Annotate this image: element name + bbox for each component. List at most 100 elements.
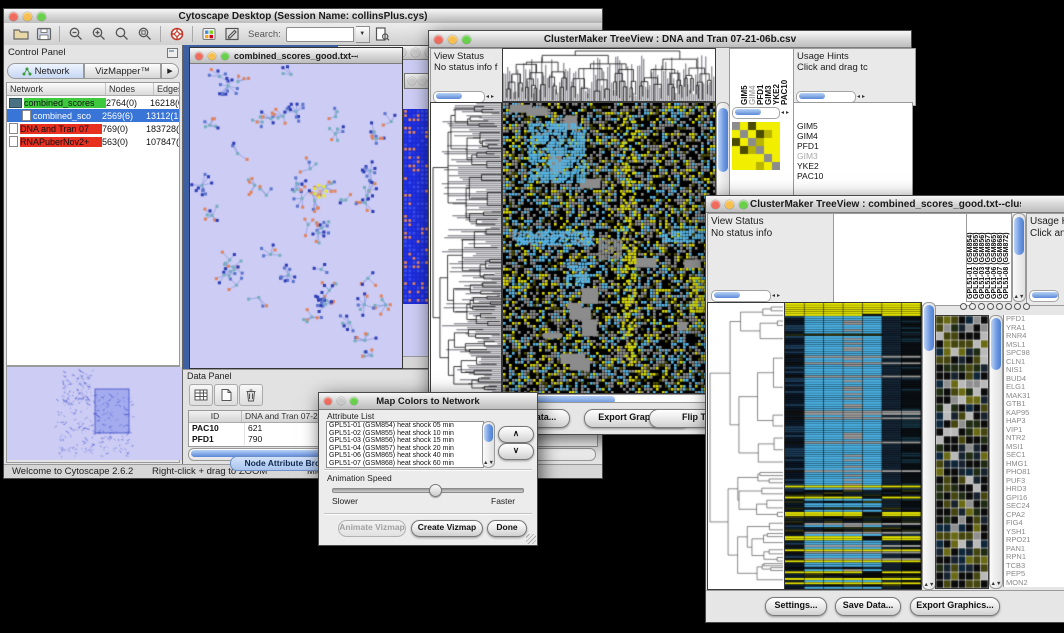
zoom-in-button[interactable] xyxy=(88,25,109,44)
zoom-window-button[interactable] xyxy=(37,12,46,21)
tab-network[interactable]: Network xyxy=(7,63,84,79)
save-button[interactable] xyxy=(33,25,54,44)
network-list-row[interactable]: combined_sco 2569(6) 13112(15) xyxy=(7,109,179,122)
gene-label[interactable]: GIM3 xyxy=(797,151,912,161)
close-button[interactable] xyxy=(9,12,18,21)
minimize-button[interactable] xyxy=(23,12,32,21)
attribute-list-item[interactable]: GPL51-01 (GSM854) heat shock 05 min xyxy=(327,422,483,430)
usage-hints-scrollbar[interactable] xyxy=(1029,290,1059,302)
gene-label[interactable]: PFD1 xyxy=(797,141,912,151)
minimize-button[interactable] xyxy=(411,48,420,57)
treeview2-title-bar[interactable]: ClusterMaker TreeView : combined_scores_… xyxy=(706,196,1064,213)
search-options-button[interactable] xyxy=(372,25,393,44)
attribute-list-label: Attribute List xyxy=(327,411,374,421)
node-id-cell: PAC10 xyxy=(189,423,245,434)
minimize-button[interactable] xyxy=(418,77,426,85)
gene-label[interactable]: GIM4 xyxy=(797,131,912,141)
zoom-window-button[interactable] xyxy=(739,200,748,209)
move-up-button[interactable]: ∧ xyxy=(498,426,534,443)
search-input[interactable] xyxy=(286,27,354,42)
network-graph-canvas[interactable] xyxy=(190,64,400,367)
minimize-button[interactable] xyxy=(337,397,345,405)
search-dropdown-button[interactable]: ▼ xyxy=(356,26,370,43)
move-down-button[interactable]: ∨ xyxy=(498,443,534,460)
network-edges-count: 16218(0) xyxy=(150,98,180,108)
resize-grip[interactable] xyxy=(526,534,536,544)
delete-attribute-trash-button[interactable] xyxy=(239,384,263,406)
minimize-button[interactable] xyxy=(448,35,457,44)
map-colors-dialog: Map Colors to Network Attribute List GPL… xyxy=(318,392,538,546)
heatmap-canvas[interactable] xyxy=(784,302,922,590)
zoomed-heatmap-canvas[interactable] xyxy=(935,315,989,589)
save-data-button[interactable]: Save Data... xyxy=(835,597,901,616)
main-title-bar[interactable]: Cytoscape Desktop (Session Name: collins… xyxy=(4,9,602,24)
column-dendrogram-panel[interactable] xyxy=(833,213,972,306)
column-dendrogram-canvas[interactable] xyxy=(502,48,716,102)
attribute-table-button[interactable] xyxy=(189,384,213,406)
tab-vizmapper[interactable]: VizMapper™ xyxy=(84,63,161,79)
attribute-list-item[interactable]: GPL51-03 (GSM856) heat shock 15 min xyxy=(327,437,483,445)
column-labels-vscrollbar[interactable]: ▲▼ xyxy=(1012,213,1026,302)
new-attribute-button[interactable] xyxy=(214,384,238,406)
attribute-list-vscrollbar[interactable]: ▲▼ xyxy=(482,421,495,468)
network-list-header[interactable]: Network Nodes Edges xyxy=(7,83,179,96)
settings-button[interactable]: Settings... xyxy=(765,597,827,616)
summary-scrollbar[interactable]: ◂▸ xyxy=(732,107,790,119)
done-button[interactable]: Done xyxy=(487,520,527,537)
close-button[interactable] xyxy=(195,52,203,60)
help-lifebuoy-button[interactable] xyxy=(166,25,187,44)
network-list-row[interactable]: DNA and Tran 07 769(0) 183728(0) xyxy=(7,122,179,135)
animate-vizmap-button[interactable]: Animate Vizmap xyxy=(338,520,406,537)
window-title: Cytoscape Desktop (Session Name: collins… xyxy=(48,11,558,22)
zoom-fit-button[interactable] xyxy=(134,25,155,44)
minimize-button[interactable] xyxy=(208,52,216,60)
export-graphics-button[interactable]: Export Graphics... xyxy=(910,597,1000,616)
node-value-cell: 790 xyxy=(245,434,262,445)
vizmapper-palette-button[interactable] xyxy=(198,25,219,44)
attribute-list-item[interactable]: GPL51-02 (GSM855) heat shock 10 min xyxy=(327,430,483,438)
close-button[interactable] xyxy=(408,77,416,85)
tab-overflow-button[interactable]: ▶ xyxy=(161,63,179,79)
create-vizmap-button[interactable]: Create Vizmap xyxy=(411,520,483,537)
view-status-scrollbar[interactable]: ◂▸ xyxy=(711,290,781,302)
zoom-selected-button[interactable] xyxy=(111,25,132,44)
row-dendrogram-canvas[interactable] xyxy=(430,102,502,394)
treeview2-title: ClusterMaker TreeView : combined_scores_… xyxy=(750,199,1021,210)
heatmap-canvas[interactable] xyxy=(502,102,716,394)
slider-thumb[interactable] xyxy=(429,484,442,497)
animation-speed-slider[interactable] xyxy=(332,488,524,493)
zoom-out-button[interactable] xyxy=(65,25,86,44)
network-list-row[interactable]: combined_scores 2764(0) 16218(0) xyxy=(7,96,179,109)
network-view-title-bar[interactable]: combined_scores_good.txt--cluste... xyxy=(190,48,402,64)
attribute-list-item[interactable]: GPL51-07 (GSM868) heat shock 60 min xyxy=(327,460,483,468)
close-button[interactable] xyxy=(324,397,332,405)
open-file-button[interactable] xyxy=(10,25,31,44)
minimize-button[interactable] xyxy=(725,200,734,209)
gene-label[interactable]: MON2 xyxy=(1004,579,1064,588)
network-overview-canvas[interactable] xyxy=(7,367,182,460)
node-id-cell: PFD1 xyxy=(189,434,245,445)
gene-label[interactable]: GIM5 xyxy=(797,121,912,131)
row-dendrogram-canvas[interactable] xyxy=(707,302,785,590)
network-name: combined_sco xyxy=(33,111,102,121)
zoom-window-button[interactable] xyxy=(462,35,471,44)
close-button[interactable] xyxy=(434,35,443,44)
node-value-cell: 621 xyxy=(245,423,262,434)
annotation-button[interactable] xyxy=(221,25,242,44)
gene-label[interactable]: YKE2 xyxy=(797,161,912,171)
treeview1-title-bar[interactable]: ClusterMaker TreeView : DNA and Tran 07-… xyxy=(429,31,911,48)
close-button[interactable] xyxy=(711,200,720,209)
heatmap-vscrollbar[interactable]: ▲▼ xyxy=(922,302,936,590)
zoom-window-button[interactable] xyxy=(221,52,229,60)
attribute-list-item[interactable]: GPL51-06 (GSM865) heat shock 40 min xyxy=(327,452,483,460)
dialog-title-bar[interactable]: Map Colors to Network xyxy=(319,393,537,410)
float-panel-icon[interactable] xyxy=(167,48,178,58)
treeview2-button-bar: Settings... Save Data... Export Graphics… xyxy=(706,590,1064,622)
attribute-list-item[interactable]: GPL51-04 (GSM857) heat shock 20 min xyxy=(327,445,483,453)
summary-matrix-canvas[interactable] xyxy=(732,122,780,170)
zoomed-heatmap-vscrollbar[interactable]: ▲▼ xyxy=(989,315,1003,589)
usage-hints-title: Usage Hi xyxy=(1030,216,1064,228)
network-list-row[interactable]: RNAPuberNov2+ 563(0) 107847(0) xyxy=(7,135,179,148)
gene-label[interactable]: PAC10 xyxy=(797,171,912,181)
zoom-window-button[interactable] xyxy=(350,397,358,405)
